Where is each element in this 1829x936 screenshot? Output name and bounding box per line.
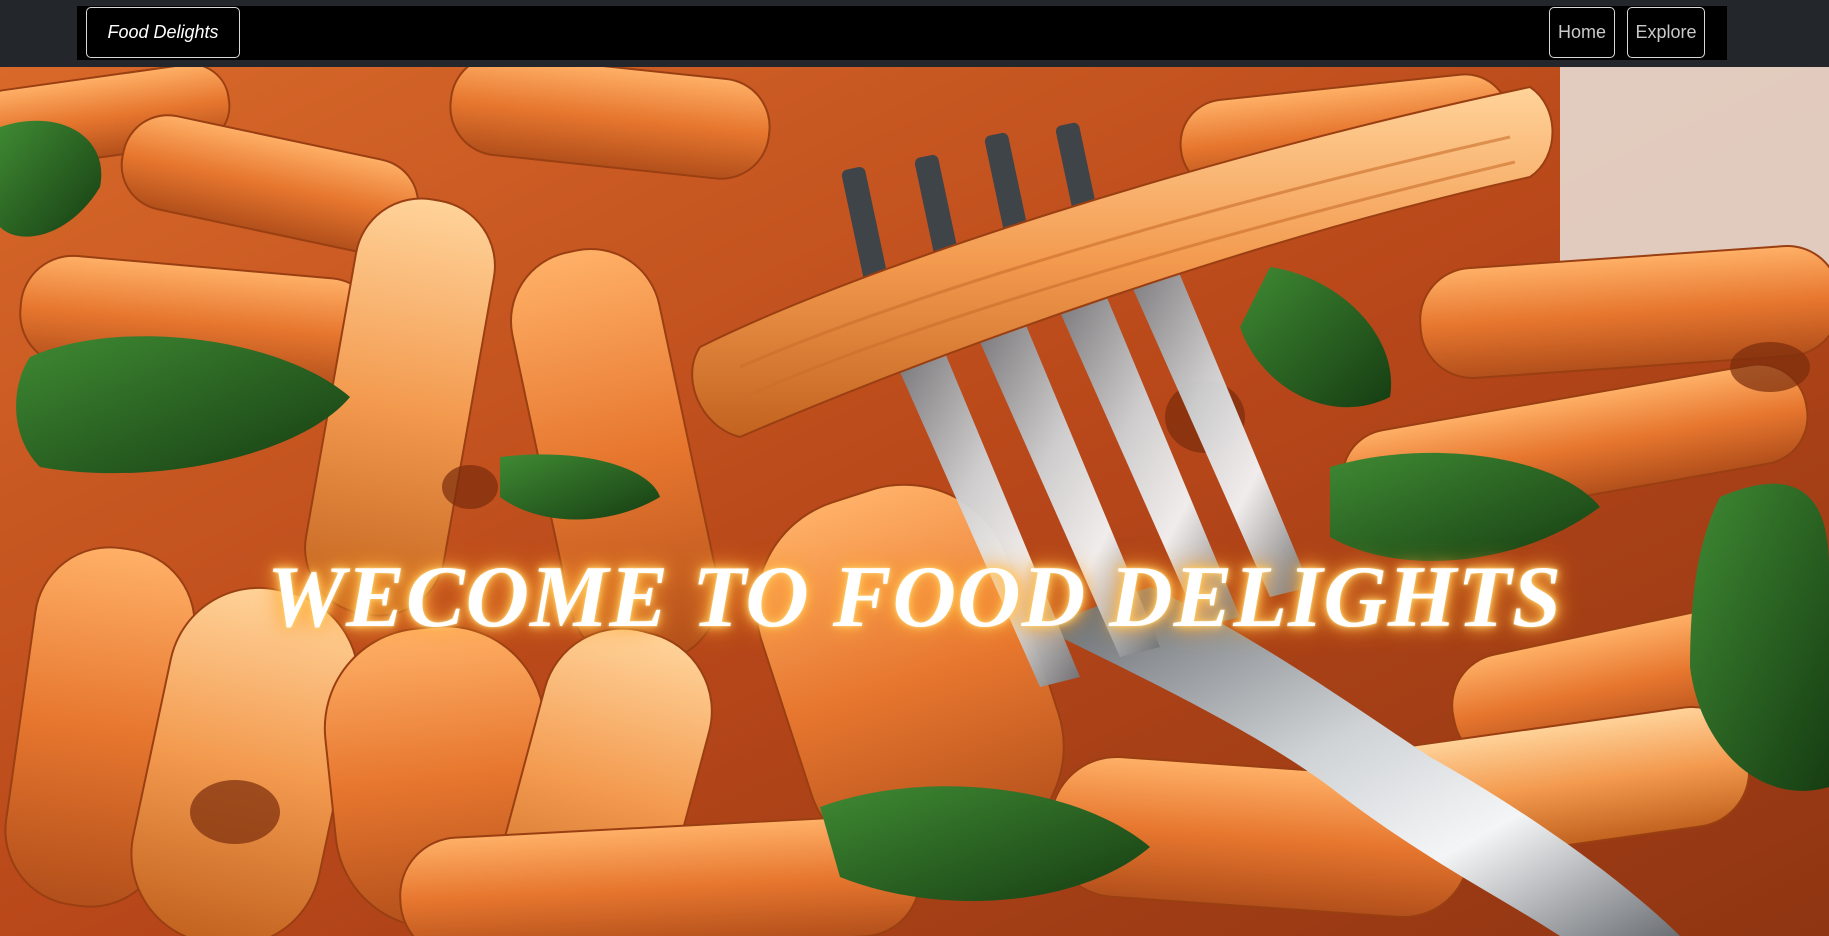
- navbar: Food Delights Home Explore: [77, 6, 1727, 60]
- brand-link[interactable]: Food Delights: [86, 7, 240, 58]
- nav-explore-link[interactable]: Explore: [1627, 7, 1705, 58]
- hero-title: WECOME TO FOOD DELIGHTS: [266, 549, 1563, 646]
- pasta-photo: [0, 67, 1829, 936]
- top-bar: Food Delights Home Explore: [0, 0, 1829, 67]
- hero-section: WECOME TO FOOD DELIGHTS: [0, 67, 1829, 936]
- nav-home-link[interactable]: Home: [1549, 7, 1615, 58]
